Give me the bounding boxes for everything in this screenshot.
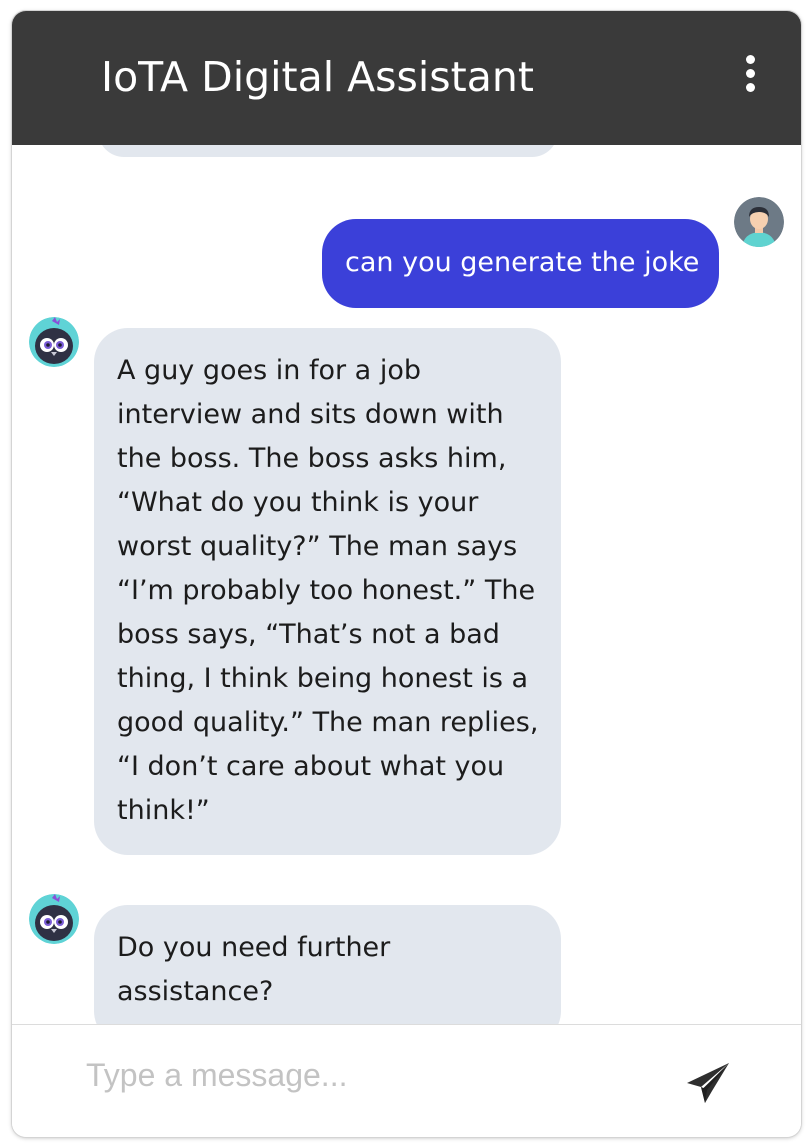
bot-avatar: [29, 317, 79, 367]
header-title: IoTA Digital Assistant: [101, 53, 534, 101]
more-vertical-icon[interactable]: [738, 55, 762, 93]
bot-message-line: the boss. The boss asks him,: [117, 443, 507, 474]
bot-message-line: thing, I think being honest is a: [117, 663, 529, 694]
send-paper-plane-icon[interactable]: [685, 1059, 733, 1107]
bot-message-line: good quality.” The man replies,: [117, 707, 539, 738]
bot-message-line: interview and sits down with: [117, 399, 504, 430]
chat-header: IoTA Digital Assistant: [12, 11, 801, 145]
bot-message-line: “I’m probably too honest.” The: [117, 575, 536, 606]
message-input[interactable]: [86, 1053, 646, 1097]
bot-message-line: A guy goes in for a job: [117, 355, 421, 386]
user-message-text: can you generate the joke: [345, 247, 700, 278]
bot-message-line: boss says, “That’s not a bad: [117, 619, 500, 650]
chat-window: IoTA Digital Assistant can you generate …: [12, 11, 801, 1137]
user-avatar: [734, 197, 784, 247]
bot-message-line: “I don’t care about what you: [117, 751, 505, 782]
user-message-bubble: can you generate the joke: [322, 219, 719, 308]
bot-message-line: worst quality?” The man says: [117, 531, 518, 562]
bot-message-line: Do you need further: [117, 932, 391, 963]
bot-message-line: “What do you think is your: [117, 487, 479, 518]
message-composer: [12, 1024, 801, 1137]
message-list[interactable]: can you generate the joke A guy goes in …: [12, 145, 801, 1024]
bot-avatar: [29, 894, 79, 944]
bot-message-line: assistance?: [117, 976, 274, 1007]
bot-message-bubble: A guy goes in for a job interview and si…: [94, 328, 561, 855]
bot-message-line: think!”: [117, 795, 210, 826]
bot-message-bubble: Do you need further assistance?: [94, 905, 561, 1024]
previous-message-bubble: [98, 145, 558, 157]
